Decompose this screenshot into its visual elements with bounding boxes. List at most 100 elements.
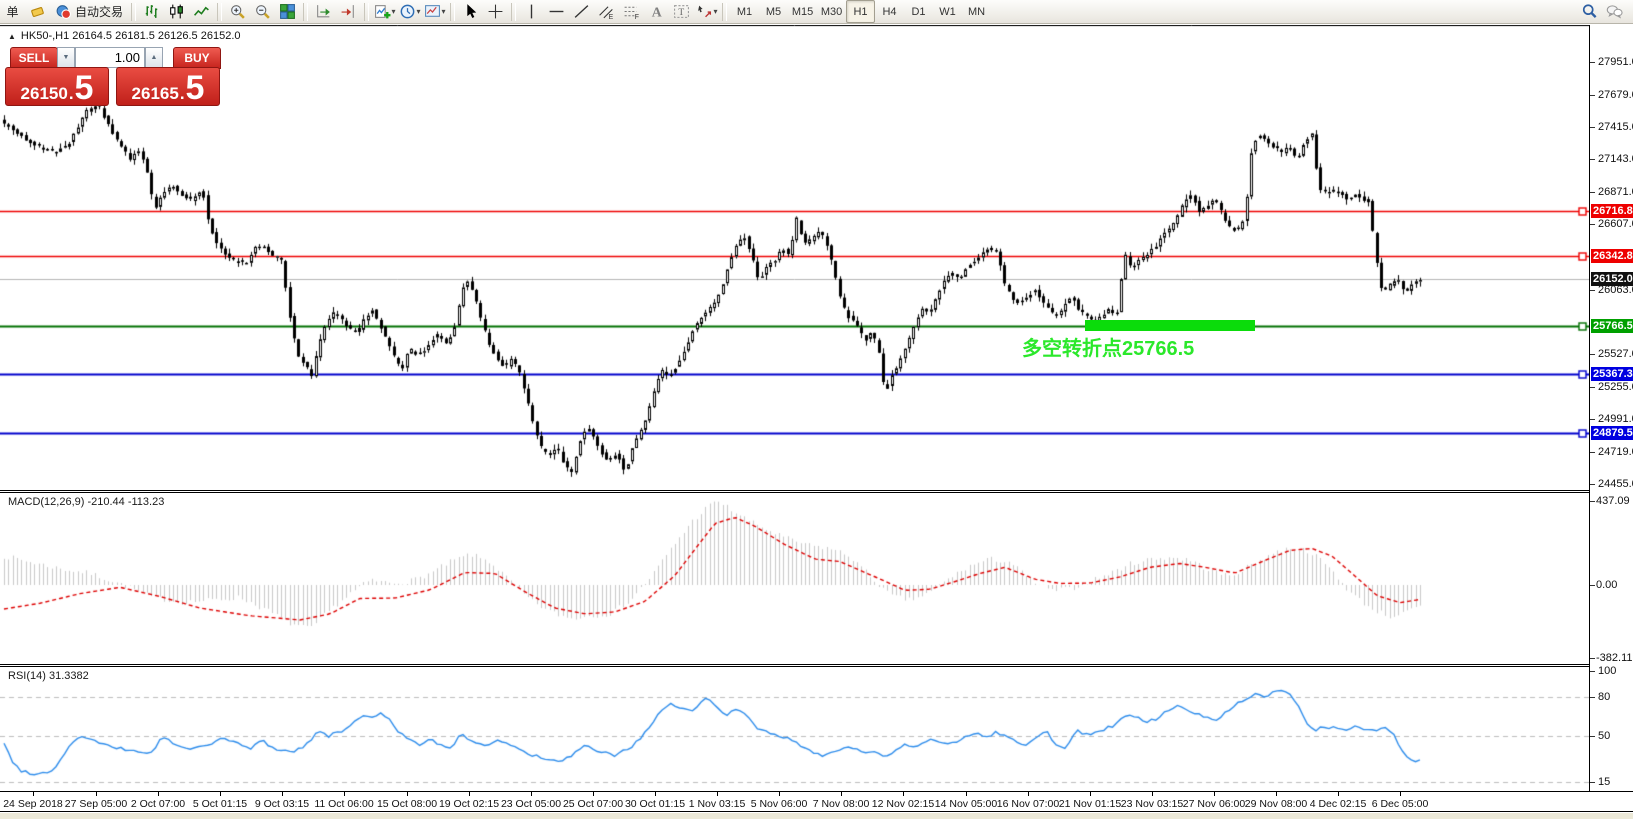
annotation-bar[interactable] (1085, 320, 1255, 331)
fibonacci-button[interactable]: F (619, 0, 644, 23)
crayon-icon (29, 3, 46, 20)
pane-separator-macd[interactable] (0, 490, 1589, 493)
autoscroll-button[interactable] (311, 0, 336, 23)
time-tick-mark (407, 792, 408, 796)
template-icon (424, 3, 441, 20)
crosshair-button[interactable] (483, 0, 508, 23)
arrows-button[interactable]: ▾ (694, 0, 719, 23)
oneclick-toggle-icon[interactable]: ▲ (8, 32, 16, 41)
toolbar-group-chart-types (139, 0, 214, 23)
volume-decrease-button[interactable]: ▼ (57, 47, 75, 68)
text-button[interactable]: A (644, 0, 669, 23)
sell-button[interactable]: SELL (10, 47, 58, 69)
time-tick-label: 27 Sep 05:00 (64, 798, 128, 810)
price-tick-label: 26871.0 (1598, 186, 1633, 199)
timeframe-mn[interactable]: MN (962, 0, 991, 23)
time-tick-mark (1090, 792, 1091, 796)
axis-tick-mark (1590, 62, 1595, 64)
time-tick-mark (903, 792, 904, 796)
macd-scale-label: -382.11 (1596, 652, 1633, 665)
toolbar-group-insert: ▾ ▾ ▾ (372, 0, 447, 23)
line-chart-button[interactable] (189, 0, 214, 23)
timeframe-m1-label: M1 (736, 5, 753, 18)
volume-input[interactable] (75, 47, 145, 68)
level-price-badge: 26342.8 (1591, 249, 1633, 264)
macd-indicator-canvas[interactable] (0, 493, 1589, 664)
timeframe-w1[interactable]: W1 (933, 0, 962, 23)
timeframe-m15[interactable]: M15 (788, 0, 817, 23)
indicators-button[interactable]: ▾ (372, 0, 397, 23)
search-button[interactable] (1577, 0, 1602, 23)
rsi-indicator-canvas[interactable] (0, 667, 1589, 791)
chevron-down-icon: ▾ (391, 7, 396, 16)
buy-button[interactable]: BUY (173, 47, 221, 69)
periods-button[interactable]: ▾ (397, 0, 422, 23)
timeframe-h4[interactable]: H4 (875, 0, 904, 23)
axis-tick-mark (1590, 94, 1595, 96)
chat-icon (1606, 3, 1623, 20)
bar-chart-button[interactable] (139, 0, 164, 23)
zoom-in-button[interactable] (225, 0, 250, 23)
cursor-button[interactable] (458, 0, 483, 23)
time-tick-mark (966, 792, 967, 796)
time-tick-label: 30 Oct 01:15 (624, 798, 686, 810)
toolbar-right-buttons (1577, 0, 1633, 23)
time-tick-label: 19 Oct 02:15 (438, 798, 500, 810)
axis-tick-mark (1590, 736, 1595, 737)
timeframe-h1-label: H1 (853, 5, 868, 18)
level-price-badge: 25367.3 (1591, 366, 1633, 381)
timeframe-m30-label: M30 (820, 5, 843, 18)
price-tick-label: 27415.0 (1598, 120, 1633, 133)
trendline-button[interactable] (569, 0, 594, 23)
time-axis[interactable]: 24 Sep 2018 27 Sep 05:00 2 Oct 07:00 5 Oct … (0, 791, 1633, 812)
toolbar-separator (364, 2, 370, 21)
time-tick-mark (1400, 792, 1401, 796)
time-tick-label: 15 Oct 08:00 (376, 798, 438, 810)
volume-increase-button[interactable]: ▲ (145, 47, 163, 68)
zoom-out-button[interactable] (250, 0, 275, 23)
vertical-line-button[interactable] (519, 0, 544, 23)
buy-price-display[interactable]: 26165. 5 (116, 67, 220, 106)
timeframe-m5[interactable]: M5 (759, 0, 788, 23)
templates-button[interactable]: ▾ (422, 0, 447, 23)
chevron-down-icon: ▾ (441, 7, 446, 16)
timeframe-d1[interactable]: D1 (904, 0, 933, 23)
price-tick-label: 24719.0 (1598, 445, 1633, 458)
annotation-text[interactable]: 多空转折点25766.5 (1022, 332, 1194, 361)
time-tick-mark (1276, 792, 1277, 796)
axis-tick-mark (1590, 671, 1595, 672)
tile-windows-button[interactable] (275, 0, 300, 23)
price-chart-canvas[interactable] (0, 25, 1589, 491)
level-price-badge: 26716.8 (1591, 203, 1633, 218)
time-tick-mark (655, 792, 656, 796)
bars-icon (143, 3, 160, 20)
timeframe-m5-label: M5 (765, 5, 782, 18)
svg-text:E: E (609, 14, 614, 20)
axis-tick-mark (1590, 500, 1595, 502)
chart-shift-button[interactable] (336, 0, 361, 23)
timeframe-m1[interactable]: M1 (730, 0, 759, 23)
toolbar: 单 自动交易 ▾ ▾ ▾ E F A T ▾ M1 M5 M15 M30 H1 H4 D1 W1 MN (0, 0, 1633, 24)
price-tick-label: 26607.0 (1598, 218, 1633, 231)
pane-separator-rsi[interactable] (0, 664, 1589, 667)
sell-price-display[interactable]: 26150. 5 (5, 67, 109, 106)
equidistant-channel-button[interactable]: E (594, 0, 619, 23)
new-order-button[interactable]: 单 (0, 0, 25, 23)
text-label-button[interactable]: T (669, 0, 694, 23)
time-tick-mark (469, 792, 470, 796)
trendline-icon (573, 3, 590, 20)
autotrading-button[interactable]: 自动交易 (50, 0, 128, 23)
autotrading-icon (55, 3, 72, 20)
axis-tick-mark (1590, 658, 1595, 660)
chat-button[interactable] (1602, 0, 1627, 23)
svg-text:A: A (652, 4, 662, 19)
price-tick-label: 27951.0 (1598, 56, 1633, 69)
horizontal-line-button[interactable] (544, 0, 569, 23)
timeframe-m30[interactable]: M30 (817, 0, 846, 23)
axis-tick-mark (1590, 126, 1595, 128)
timeframe-h1[interactable]: H1 (846, 0, 876, 23)
price-axis[interactable]: 27951.0 27679.0 27415.0 27143.0 26871.0 26607… (1589, 25, 1633, 791)
highlight-button[interactable] (25, 0, 50, 23)
candlestick-button[interactable] (164, 0, 189, 23)
axis-tick-mark (1590, 483, 1595, 485)
